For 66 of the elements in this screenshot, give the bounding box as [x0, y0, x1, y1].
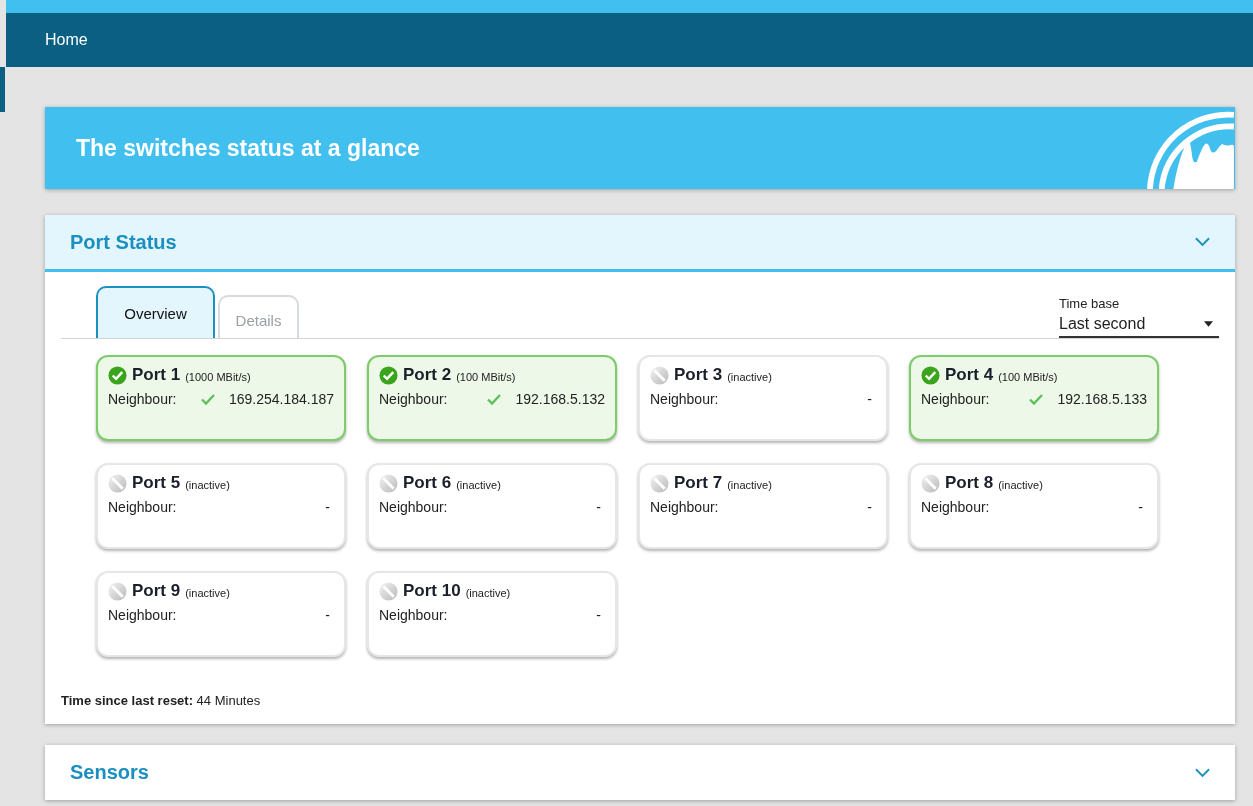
disabled-circle-icon: [921, 473, 940, 493]
neighbour-value: 192.168.5.132: [515, 391, 605, 407]
reset-time: Time since last reset: 44 Minutes: [61, 693, 262, 708]
side-accent-bar: [0, 67, 5, 112]
disabled-circle-icon: [379, 581, 398, 601]
port-speed: (100 MBit/s): [998, 370, 1058, 383]
disabled-circle-icon: [108, 581, 127, 601]
disabled-circle-icon: [379, 473, 398, 493]
tab[interactable]: Overview: [96, 286, 215, 338]
check-icon: [487, 393, 502, 405]
port-speed: (inactive): [727, 478, 772, 491]
neighbour-value: -: [325, 607, 330, 623]
port-speed: (100 MBit/s): [456, 370, 516, 383]
neighbour-value: 192.168.5.133: [1057, 391, 1147, 407]
chevron-icon[interactable]: [1195, 237, 1210, 247]
check-icon: [200, 393, 215, 405]
port-name: Port 6: [403, 473, 452, 493]
port-name: Port 3: [674, 365, 723, 385]
sensors-header[interactable]: Sensors: [45, 745, 1235, 800]
neighbour-label: Neighbour:: [379, 607, 449, 623]
banner-title: The switches status at a glance: [75, 134, 420, 162]
check-circle-icon: [108, 365, 127, 385]
port-name: Port 2: [403, 365, 452, 385]
neighbour-label: Neighbour:: [108, 499, 178, 515]
check-circle-icon: [379, 365, 398, 385]
time-base-label: Time base: [1059, 296, 1121, 311]
port-speed: (inactive): [456, 478, 501, 491]
neighbour-label: Neighbour:: [379, 391, 449, 407]
neighbour-value: -: [867, 391, 872, 407]
port-name: Port 7: [674, 473, 723, 493]
neighbour-label: Neighbour:: [921, 391, 991, 407]
port-name: Port 5: [132, 473, 181, 493]
port-speed: (inactive): [185, 478, 230, 491]
neighbour-label: Neighbour:: [108, 391, 178, 407]
disabled-circle-icon: [108, 473, 127, 493]
home-link[interactable]: Home: [45, 31, 88, 49]
port-speed: (1000 MBit/s): [185, 370, 251, 383]
neighbour-label: Neighbour:: [921, 499, 991, 515]
port-name: Port 4: [945, 365, 994, 385]
port-name: Port 10: [403, 581, 461, 601]
neighbour-label: Neighbour:: [650, 499, 720, 515]
panel-title: Sensors: [70, 761, 149, 784]
port-speed: (inactive): [727, 370, 772, 383]
check-circle-icon: [921, 365, 940, 385]
time-base-dropdown[interactable]: Last second: [1059, 315, 1219, 338]
neighbour-label: Neighbour:: [379, 499, 449, 515]
port-name: Port 1: [132, 365, 181, 385]
port-speed: (inactive): [998, 478, 1043, 491]
neighbour-value: -: [596, 499, 601, 515]
neighbour-value: 169.254.184.187: [228, 391, 334, 407]
disabled-circle-icon: [650, 365, 669, 385]
port-speed: (inactive): [185, 586, 230, 599]
neighbour-label: Neighbour:: [108, 607, 178, 623]
caret-icon: [1204, 321, 1213, 327]
neighbour-value: -: [596, 607, 601, 623]
neighbour-value: -: [867, 499, 872, 515]
port-name: Port 8: [945, 473, 994, 493]
disabled-circle-icon: [650, 473, 669, 493]
check-icon: [1029, 393, 1044, 405]
chevron-icon[interactable]: [1195, 767, 1210, 778]
port-speed: (inactive): [465, 586, 511, 599]
neighbour-value: -: [1138, 499, 1143, 515]
port-name: Port 9: [132, 581, 181, 601]
neighbour-label: Neighbour:: [650, 391, 720, 407]
panel-title: Port Status: [70, 230, 177, 254]
neighbour-value: -: [325, 499, 330, 515]
